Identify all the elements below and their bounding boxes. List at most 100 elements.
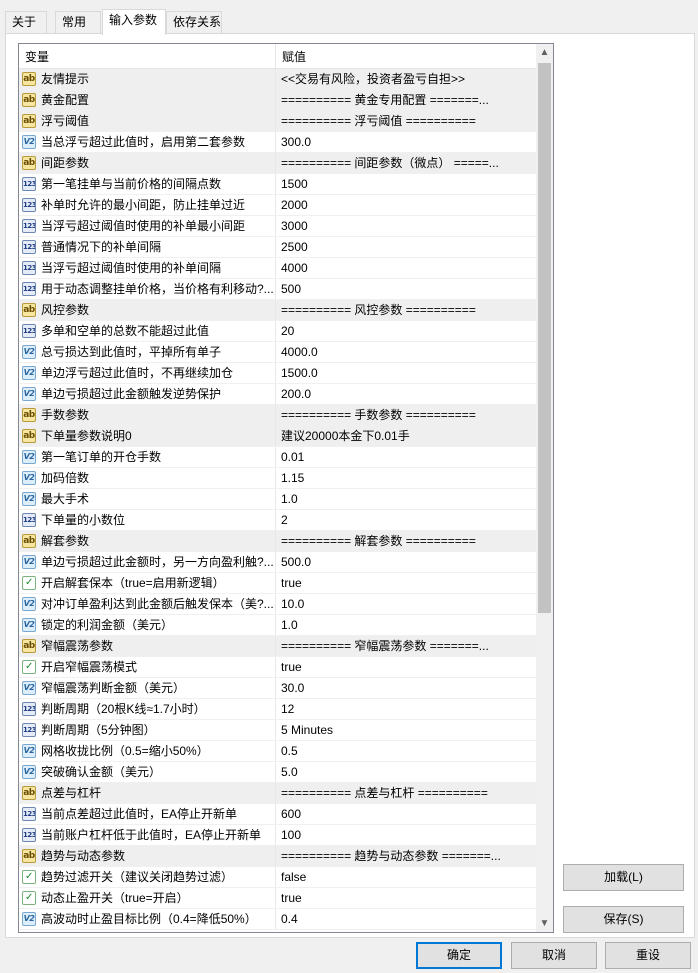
tab-about[interactable]: 关于 — [5, 11, 47, 33]
param-row[interactable]: 123 当前账户杠杆低于此值时，EA停止开新单 100 — [19, 825, 536, 846]
param-row[interactable]: 123 当前点差超过此值时，EA停止开新单 600 — [19, 804, 536, 825]
param-value[interactable]: 5 Minutes — [276, 720, 536, 740]
param-row[interactable]: 123 补单时允许的最小间距，防止挂单过近 2000 — [19, 195, 536, 216]
param-value[interactable]: ========== 黄金专用配置 =======... — [276, 90, 536, 110]
param-value[interactable]: 0.5 — [276, 741, 536, 761]
tab-common[interactable]: 常用 — [55, 11, 101, 33]
tab-inputs[interactable]: 输入参数 — [102, 9, 166, 35]
param-row[interactable]: V2 对冲订单盈利达到此金额后触发保本（美?... 10.0 — [19, 594, 536, 615]
param-row[interactable]: ab 解套参数 ========== 解套参数 ========== — [19, 531, 536, 552]
param-value[interactable]: ========== 间距参数（微点） =====... — [276, 153, 536, 173]
param-row[interactable]: V2 单边浮亏超过此值时，不再继续加仓 1500.0 — [19, 363, 536, 384]
reset-button[interactable]: 重设 — [605, 942, 691, 969]
param-value[interactable]: 5.0 — [276, 762, 536, 782]
text-type-icon: ab — [22, 639, 36, 653]
scroll-down-icon[interactable]: ▼ — [536, 915, 553, 932]
param-row[interactable]: ✓ 开启窄幅震荡模式 true — [19, 657, 536, 678]
column-header-variable[interactable]: 变量 — [19, 44, 276, 69]
param-row[interactable]: V2 突破确认金额（美元） 5.0 — [19, 762, 536, 783]
param-row[interactable]: ab 浮亏阈值 ========== 浮亏阈值 ========== — [19, 111, 536, 132]
param-row[interactable]: ✓ 动态止盈开关（true=开启） true — [19, 888, 536, 909]
param-value[interactable]: 500 — [276, 279, 536, 299]
param-value[interactable]: <<交易有风险，投资者盈亏自担>> — [276, 69, 536, 89]
param-value[interactable]: 2 — [276, 510, 536, 530]
param-row[interactable]: ab 友情提示 <<交易有风险，投资者盈亏自担>> — [19, 69, 536, 90]
param-row[interactable]: ab 手数参数 ========== 手数参数 ========== — [19, 405, 536, 426]
param-row[interactable]: 123 多单和空单的总数不能超过此值 20 — [19, 321, 536, 342]
param-value[interactable]: ========== 窄幅震荡参数 =======... — [276, 636, 536, 656]
param-row[interactable]: ✓ 趋势过滤开关（建议关闭趋势过滤） false — [19, 867, 536, 888]
save-button[interactable]: 保存(S) — [563, 906, 684, 933]
param-row[interactable]: V2 单边亏损超过此金额触发逆势保护 200.0 — [19, 384, 536, 405]
param-value[interactable]: 1.15 — [276, 468, 536, 488]
param-value[interactable]: 200.0 — [276, 384, 536, 404]
param-value[interactable]: 10.0 — [276, 594, 536, 614]
param-value[interactable]: 2000 — [276, 195, 536, 215]
param-row[interactable]: ✓ 开启解套保本（true=启用新逻辑） true — [19, 573, 536, 594]
param-row[interactable]: V2 总亏损达到此值时，平掉所有单子 4000.0 — [19, 342, 536, 363]
param-value[interactable]: 0.4 — [276, 909, 536, 929]
param-value[interactable]: false — [276, 867, 536, 887]
param-name: 窄幅震荡判断金额（美元） — [39, 678, 276, 698]
param-value[interactable]: 1500.0 — [276, 363, 536, 383]
param-row[interactable]: ab 黄金配置 ========== 黄金专用配置 =======... — [19, 90, 536, 111]
param-row[interactable]: V2 当总浮亏超过此值时，启用第二套参数 300.0 — [19, 132, 536, 153]
param-value[interactable]: 100 — [276, 825, 536, 845]
param-row[interactable]: 123 下单量的小数位 2 — [19, 510, 536, 531]
param-row[interactable]: V2 高波动时止盈目标比例（0.4=降低50%） 0.4 — [19, 909, 536, 930]
param-row[interactable]: 123 当浮亏超过阈值时使用的补单间隔 4000 — [19, 258, 536, 279]
param-value[interactable]: ========== 手数参数 ========== — [276, 405, 536, 425]
ok-button[interactable]: 确定 — [416, 942, 502, 969]
param-value[interactable]: ========== 点差与杠杆 ========== — [276, 783, 536, 803]
param-value[interactable]: 600 — [276, 804, 536, 824]
scroll-up-icon[interactable]: ▲ — [536, 44, 553, 61]
param-value[interactable]: true — [276, 573, 536, 593]
scroll-thumb[interactable] — [538, 63, 551, 613]
param-row[interactable]: ab 点差与杠杆 ========== 点差与杠杆 ========== — [19, 783, 536, 804]
param-value[interactable]: 300.0 — [276, 132, 536, 152]
param-value[interactable]: 30.0 — [276, 678, 536, 698]
param-row[interactable]: 123 判断周期（20根K线≈1.7小时） 12 — [19, 699, 536, 720]
cancel-button[interactable]: 取消 — [511, 942, 597, 969]
param-value[interactable]: ========== 风控参数 ========== — [276, 300, 536, 320]
param-name: 补单时允许的最小间距，防止挂单过近 — [39, 195, 276, 215]
param-row[interactable]: ab 趋势与动态参数 ========== 趋势与动态参数 =======... — [19, 846, 536, 867]
param-value[interactable]: 12 — [276, 699, 536, 719]
param-row[interactable]: V2 加码倍数 1.15 — [19, 468, 536, 489]
param-row[interactable]: ab 窄幅震荡参数 ========== 窄幅震荡参数 =======... — [19, 636, 536, 657]
param-row[interactable]: V2 最大手术 1.0 — [19, 489, 536, 510]
param-row[interactable]: V2 网格收拢比例（0.5=缩小50%） 0.5 — [19, 741, 536, 762]
load-button[interactable]: 加载(L) — [563, 864, 684, 891]
param-row[interactable]: ab 风控参数 ========== 风控参数 ========== — [19, 300, 536, 321]
param-value[interactable]: 1500 — [276, 174, 536, 194]
tab-dependencies[interactable]: 依存关系 — [166, 11, 222, 33]
param-value[interactable]: 500.0 — [276, 552, 536, 572]
vertical-scrollbar[interactable]: ▲ ▼ — [536, 44, 553, 932]
param-value[interactable]: 0.01 — [276, 447, 536, 467]
param-value[interactable]: ========== 浮亏阈值 ========== — [276, 111, 536, 131]
param-value[interactable]: 20 — [276, 321, 536, 341]
param-value[interactable]: 4000.0 — [276, 342, 536, 362]
param-row[interactable]: V2 第一笔订单的开仓手数 0.01 — [19, 447, 536, 468]
param-value[interactable]: true — [276, 657, 536, 677]
param-value[interactable]: 2500 — [276, 237, 536, 257]
param-row[interactable]: V2 单边亏损超过此金额时，另一方向盈利触?... 500.0 — [19, 552, 536, 573]
param-row[interactable]: ab 间距参数 ========== 间距参数（微点） =====... — [19, 153, 536, 174]
param-value[interactable]: true — [276, 888, 536, 908]
param-value[interactable]: 1.0 — [276, 615, 536, 635]
param-value[interactable]: 4000 — [276, 258, 536, 278]
param-row[interactable]: V2 窄幅震荡判断金额（美元） 30.0 — [19, 678, 536, 699]
param-row[interactable]: 123 第一笔挂单与当前价格的间隔点数 1500 — [19, 174, 536, 195]
param-value[interactable]: ========== 趋势与动态参数 =======... — [276, 846, 536, 866]
param-row[interactable]: 123 用于动态调整挂单价格，当价格有利移动?... 500 — [19, 279, 536, 300]
param-row[interactable]: ab 下单量参数说明0 建议20000本金下0.01手 — [19, 426, 536, 447]
param-value[interactable]: ========== 解套参数 ========== — [276, 531, 536, 551]
param-value[interactable]: 1.0 — [276, 489, 536, 509]
column-header-value[interactable]: 赋值 — [276, 44, 536, 69]
param-value[interactable]: 建议20000本金下0.01手 — [276, 426, 536, 446]
param-row[interactable]: 123 当浮亏超过阈值时使用的补单最小间距 3000 — [19, 216, 536, 237]
param-value[interactable]: 3000 — [276, 216, 536, 236]
param-row[interactable]: V2 锁定的利润金额（美元） 1.0 — [19, 615, 536, 636]
param-row[interactable]: 123 判断周期（5分钟图） 5 Minutes — [19, 720, 536, 741]
param-row[interactable]: 123 普通情况下的补单间隔 2500 — [19, 237, 536, 258]
